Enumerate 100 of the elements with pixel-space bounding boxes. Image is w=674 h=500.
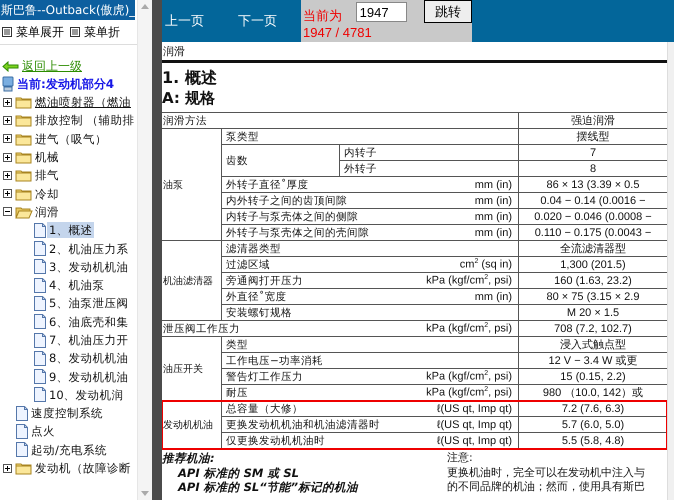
expand-icon[interactable] (3, 464, 12, 473)
tree-item[interactable]: 润滑 (33, 204, 61, 220)
spec-value: 5.5 (5.8, 4.8) (560, 434, 626, 448)
tree-item[interactable]: 4、机油泵 (47, 277, 106, 294)
spec-item: 内外转子之间的齿顶间隙 (226, 194, 347, 208)
spec-value: 0.020 − 0.046 (0.0008 − (533, 210, 653, 224)
folder-icon (15, 168, 33, 182)
tree-item[interactable]: 点火 (29, 423, 57, 440)
document-icon (33, 259, 47, 274)
spec-item: 安装螺钉规格 (226, 306, 292, 320)
folder-icon (15, 113, 33, 128)
spec-unit: mm (in) (474, 290, 512, 302)
document-icon (33, 241, 47, 256)
spec-unit: mm (in) (474, 226, 512, 238)
spec-item: 内转子与泵壳体之间的侧隙 (226, 210, 358, 224)
spec-item: 工作电压−功率消耗 (226, 354, 323, 368)
tree-item[interactable]: 发动机（故障诊断 (33, 460, 133, 476)
tree-item[interactable]: 10、发动机润 (47, 386, 126, 403)
tree-item[interactable]: 排气 (33, 167, 61, 184)
spec-item: 泵类型 (226, 130, 259, 144)
expand-icon[interactable] (3, 189, 12, 198)
expand-icon[interactable] (3, 116, 12, 125)
spec-value: 15 (0.15, 2.2) (559, 370, 627, 384)
expand-icon[interactable] (3, 98, 12, 107)
folder-icon (15, 204, 33, 219)
document-icon (33, 296, 47, 311)
expand-icon[interactable] (3, 170, 12, 180)
document-icon (33, 369, 47, 384)
folder-icon (15, 95, 33, 110)
expand-icon[interactable] (3, 134, 12, 144)
spec-item: 旁通阀打开压力 (226, 274, 303, 288)
tree-item[interactable]: 机械 (33, 149, 61, 166)
spec-item: 耐压 (226, 386, 248, 400)
document-icon (33, 278, 47, 293)
spec-item: 类型 (226, 338, 248, 352)
spec-unit: ℓ(US qt, Imp qt) (436, 418, 512, 430)
page-input[interactable]: 1947 (356, 2, 407, 22)
spec-unit: ℓ(US qt, Imp qt) (436, 434, 512, 446)
next-page-link[interactable]: 下一页 (238, 12, 277, 29)
spec-item: 外转子直径˚厚度 (226, 178, 308, 192)
spec-subitem: 内转子 (340, 145, 519, 160)
spec-value: 8 (588, 162, 598, 176)
tree-item[interactable]: 起动/充电系统 (29, 442, 109, 458)
tree-item[interactable]: 3、发动机机油 (47, 258, 130, 275)
spec-item: 泄压阀工作压力 (163, 322, 240, 336)
tree-item[interactable]: 进气（吸气） (33, 130, 109, 147)
go-button[interactable]: 跳转 (424, 0, 472, 23)
spec-unit: mm (in) (474, 178, 512, 190)
spec-value: 全流滤清器型 (559, 242, 627, 256)
menu-button[interactable]: 菜单折 (70, 24, 120, 40)
spec-value: 80 × 75 (3.15 × 2.9 (546, 290, 640, 304)
scrollbar[interactable] (137, 0, 152, 500)
scroll-down-icon (141, 491, 149, 496)
list-icon (70, 27, 80, 37)
spec-unit: kPa (kgf/cm$^{2}$, psi) (426, 274, 512, 287)
spec-value: 强迫润滑 (570, 114, 616, 128)
tree-item[interactable]: 1、概述 (47, 222, 94, 238)
spec-value: 86 × 13 (3.39 × 0.5 (546, 178, 640, 192)
spec-value: 708 (7.2, 102.7) (553, 322, 633, 336)
expand-icon[interactable] (3, 152, 12, 162)
document-icon (15, 442, 29, 458)
tree-item[interactable]: 排放控制 （辅助排 (33, 112, 137, 128)
document-icon (33, 314, 47, 330)
tree-item[interactable]: 5、油泵泄压阀 (47, 295, 130, 312)
spec-value: 7.2 (7.6, 6.3) (560, 402, 626, 416)
spec-group-label: 油压开关 (162, 337, 222, 400)
spec-value: 0.110 − 0.175 (0.0043 − (534, 226, 652, 240)
tree-item[interactable]: 2、机油压力系 (47, 240, 130, 257)
spec-item: 更换发动机机油和机油滤清器时 (226, 418, 380, 432)
spec-group-label: 机油滤清器 (162, 241, 222, 320)
menu-button[interactable]: 菜单展开 (2, 24, 64, 40)
previous-page-link[interactable]: 上一页 (165, 12, 204, 29)
spec-value: 160 (1.63, 23.2) (553, 274, 633, 288)
back-link[interactable]: 返回上一级 (0, 57, 137, 75)
spec-subitem: 外转子 (340, 161, 519, 176)
spec-item: 外直径˚宽度 (226, 290, 286, 304)
tree-item[interactable]: 7、机油压力开 (47, 332, 130, 348)
tree-item[interactable]: 燃油喷射器（燃油 (33, 94, 133, 110)
spec-value: 980 （10.0, 142）或 (542, 386, 644, 400)
tree-item[interactable]: 8、发动机机油 (47, 350, 130, 366)
spec-item: 过滤区域 (226, 258, 270, 272)
spec-item: 仅更换发动机机油时 (226, 434, 325, 448)
spec-unit: cm$^{2}$ (sq in) (460, 258, 512, 271)
folder-icon (15, 461, 33, 476)
spec-value: 7 (588, 146, 598, 160)
spec-item: 警告灯工作压力 (226, 370, 303, 384)
spec-unit: kPa (kgf/cm$^{2}$, psi) (426, 322, 512, 335)
page-label: 当前为 (303, 8, 343, 25)
document-icon (33, 332, 47, 348)
note-title: 推荐机油: (162, 451, 215, 466)
tree-item[interactable]: 速度控制系统 (29, 405, 105, 422)
tree-item[interactable]: 冷却 (33, 186, 61, 202)
section-heading: 1. 概述 (162, 68, 217, 89)
collapse-icon[interactable] (3, 207, 12, 216)
document-icon (15, 406, 29, 421)
scrollbar[interactable] (667, 42, 674, 500)
tree-item[interactable]: 6、油底壳和集 (47, 314, 130, 330)
folder-icon (15, 186, 33, 201)
tree-item[interactable]: 9、发动机机油 (47, 368, 130, 385)
computer-icon (1, 76, 15, 92)
